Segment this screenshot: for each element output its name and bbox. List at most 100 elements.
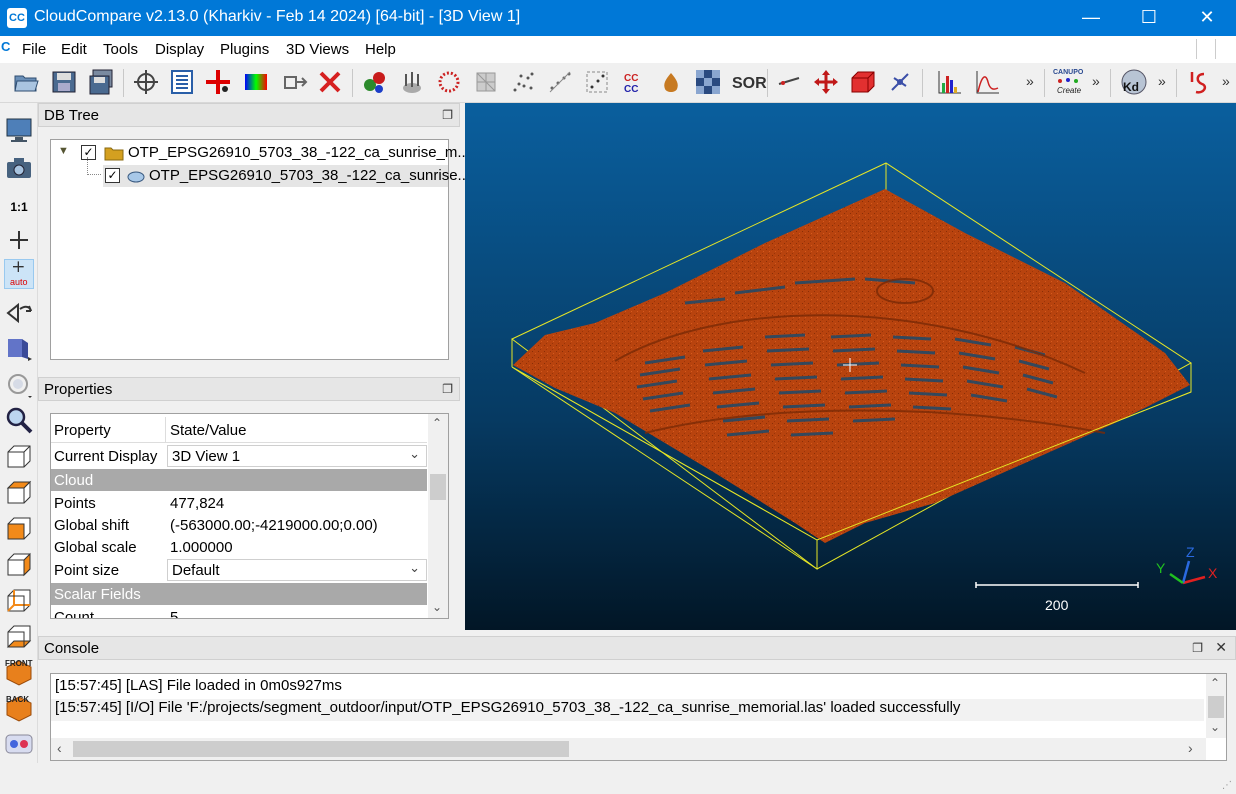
filter-icon[interactable]	[546, 68, 574, 96]
view-cube-bottom-face-icon[interactable]	[4, 621, 34, 651]
scroll-thumb[interactable]	[1208, 696, 1224, 718]
console-line: [15:57:45] [LAS] File loaded in 0m0s927m…	[55, 677, 342, 694]
sample-icon[interactable]	[435, 68, 463, 96]
close-panel-icon[interactable]: ✕	[1215, 639, 1227, 656]
stat-icon[interactable]	[974, 68, 1002, 96]
cross-section-icon[interactable]	[775, 68, 803, 96]
app-menu-icon[interactable]: C	[1, 39, 10, 54]
mesh-icon[interactable]	[472, 68, 500, 96]
cloud-checkbox[interactable]: ✓	[105, 168, 120, 183]
view-cube-side-face-icon[interactable]	[4, 549, 34, 579]
pivot-icon[interactable]	[4, 225, 34, 255]
menu-display[interactable]: Display	[155, 41, 204, 58]
scroll-up-icon[interactable]: ⌃	[432, 416, 442, 430]
3d-viewport[interactable]: 200 X Y Z	[465, 103, 1236, 630]
float-panel-icon[interactable]: ❐	[442, 382, 453, 396]
histogram-icon[interactable]	[936, 68, 964, 96]
menu-tools[interactable]: Tools	[103, 41, 138, 58]
scroll-right-icon[interactable]: ›	[1188, 740, 1193, 756]
toolbar-overflow-button[interactable]: »	[1026, 73, 1034, 89]
scroll-up-icon[interactable]: ⌃	[1210, 676, 1220, 690]
view-cube-top-face-icon[interactable]	[4, 477, 34, 507]
point-cloud-canvas[interactable]	[465, 103, 1236, 630]
axis-y-label: Y	[1156, 560, 1166, 576]
view-cube-back-face-icon[interactable]	[4, 585, 34, 615]
view-cube-front-face-icon[interactable]	[4, 513, 34, 543]
fullscreen-icon[interactable]	[4, 115, 34, 145]
open-icon[interactable]	[12, 68, 40, 96]
color-scale-icon[interactable]	[242, 68, 270, 96]
box-icon[interactable]	[849, 68, 877, 96]
zoom-icon[interactable]	[4, 405, 34, 435]
console-hscrollbar[interactable]: ‹ ›	[51, 738, 1206, 760]
tree-row-cloud[interactable]: ✓ OTP_EPSG26910_5703_38_-122_ca_sunrise.…	[87, 157, 470, 187]
svg-text:CC: CC	[624, 84, 638, 95]
rotate-icon[interactable]	[4, 297, 34, 327]
delete-icon[interactable]	[316, 68, 344, 96]
canupo-icon[interactable]: CANUPO Create	[1052, 68, 1088, 96]
camera-icon[interactable]	[4, 153, 34, 183]
pick-point-icon[interactable]	[204, 68, 232, 96]
sor-icon[interactable]: SOR	[731, 68, 767, 96]
current-display-value: 3D View 1	[172, 448, 241, 465]
s-icon[interactable]	[1184, 68, 1212, 96]
current-display-select[interactable]: 3D View 1 ⌄	[167, 445, 427, 467]
scroll-thumb[interactable]	[73, 741, 569, 757]
menu-file[interactable]: File	[22, 41, 46, 58]
menu-plugins[interactable]: Plugins	[220, 41, 269, 58]
maximize-button[interactable]: ☐	[1120, 0, 1178, 36]
prop-value: 477,824	[170, 495, 225, 512]
toolbar-overflow-button[interactable]: »	[1222, 73, 1230, 89]
db-tree-title: DB Tree	[44, 107, 100, 124]
scale-bar-label: 200	[1045, 597, 1069, 613]
global-shift-icon[interactable]	[132, 68, 160, 96]
scroll-down-icon[interactable]: ⌄	[1210, 720, 1220, 734]
minimize-button[interactable]: —	[1062, 0, 1120, 36]
zoom-one-to-one-button[interactable]: 1:1	[4, 192, 34, 222]
merge-icon[interactable]	[361, 68, 389, 96]
kd-tree-icon[interactable]: Kd	[1118, 68, 1150, 96]
scroll-thumb[interactable]	[430, 474, 446, 500]
subsample-icon[interactable]	[509, 68, 537, 96]
prop-key: Point size	[54, 562, 120, 579]
ccc-icon[interactable]: CC CC	[620, 68, 648, 96]
prop-point-size: Point size Default ⌄	[51, 559, 427, 581]
sf-icon[interactable]	[657, 68, 685, 96]
toolbar-overflow-button[interactable]: »	[1158, 73, 1166, 89]
normals-icon[interactable]	[398, 68, 426, 96]
list-icon[interactable]	[168, 68, 196, 96]
back-view-button[interactable]: BACK	[4, 693, 34, 723]
properties-scrollbar[interactable]: ⌃ ⌄	[428, 414, 448, 618]
auto-pivot-button[interactable]: auto	[4, 259, 34, 289]
save-all-icon[interactable]	[87, 68, 115, 96]
menu-edit[interactable]: Edit	[61, 41, 87, 58]
float-panel-icon[interactable]: ❐	[442, 108, 453, 122]
checker-icon[interactable]	[694, 68, 722, 96]
float-panel-icon[interactable]: ❐	[1192, 641, 1203, 655]
view-cube-top-icon[interactable]	[4, 441, 34, 471]
translate-icon[interactable]	[812, 68, 840, 96]
light-icon[interactable]	[4, 370, 34, 400]
front-view-button[interactable]: FRONT	[4, 657, 34, 687]
segment-icon[interactable]	[583, 68, 611, 96]
menu-help[interactable]: Help	[365, 41, 396, 58]
col-value-header[interactable]: State/Value	[170, 422, 246, 439]
resize-grip-icon[interactable]: ⋰	[1222, 780, 1234, 792]
save-icon[interactable]	[50, 68, 78, 96]
prop-key: Global scale	[54, 539, 137, 556]
perspective-icon[interactable]	[4, 333, 34, 363]
console-vscrollbar[interactable]: ⌃ ⌄	[1206, 674, 1226, 738]
menu-3d-views[interactable]: 3D Views	[286, 41, 349, 58]
point-size-select[interactable]: Default ⌄	[167, 559, 427, 581]
scroll-down-icon[interactable]: ⌄	[432, 600, 442, 614]
close-button[interactable]: ✕	[1178, 0, 1236, 36]
toolbar-overflow-button[interactable]: »	[1092, 73, 1100, 89]
col-property-header[interactable]: Property	[54, 422, 111, 439]
expand-arrow-icon[interactable]: ▼	[58, 145, 69, 157]
plane-icon[interactable]	[886, 68, 914, 96]
clone-icon[interactable]	[281, 68, 309, 96]
scroll-left-icon[interactable]: ‹	[57, 740, 62, 756]
section-cloud: Cloud	[51, 469, 427, 491]
toolbar-separator	[1110, 69, 1111, 97]
stereo-icon[interactable]	[4, 729, 34, 759]
